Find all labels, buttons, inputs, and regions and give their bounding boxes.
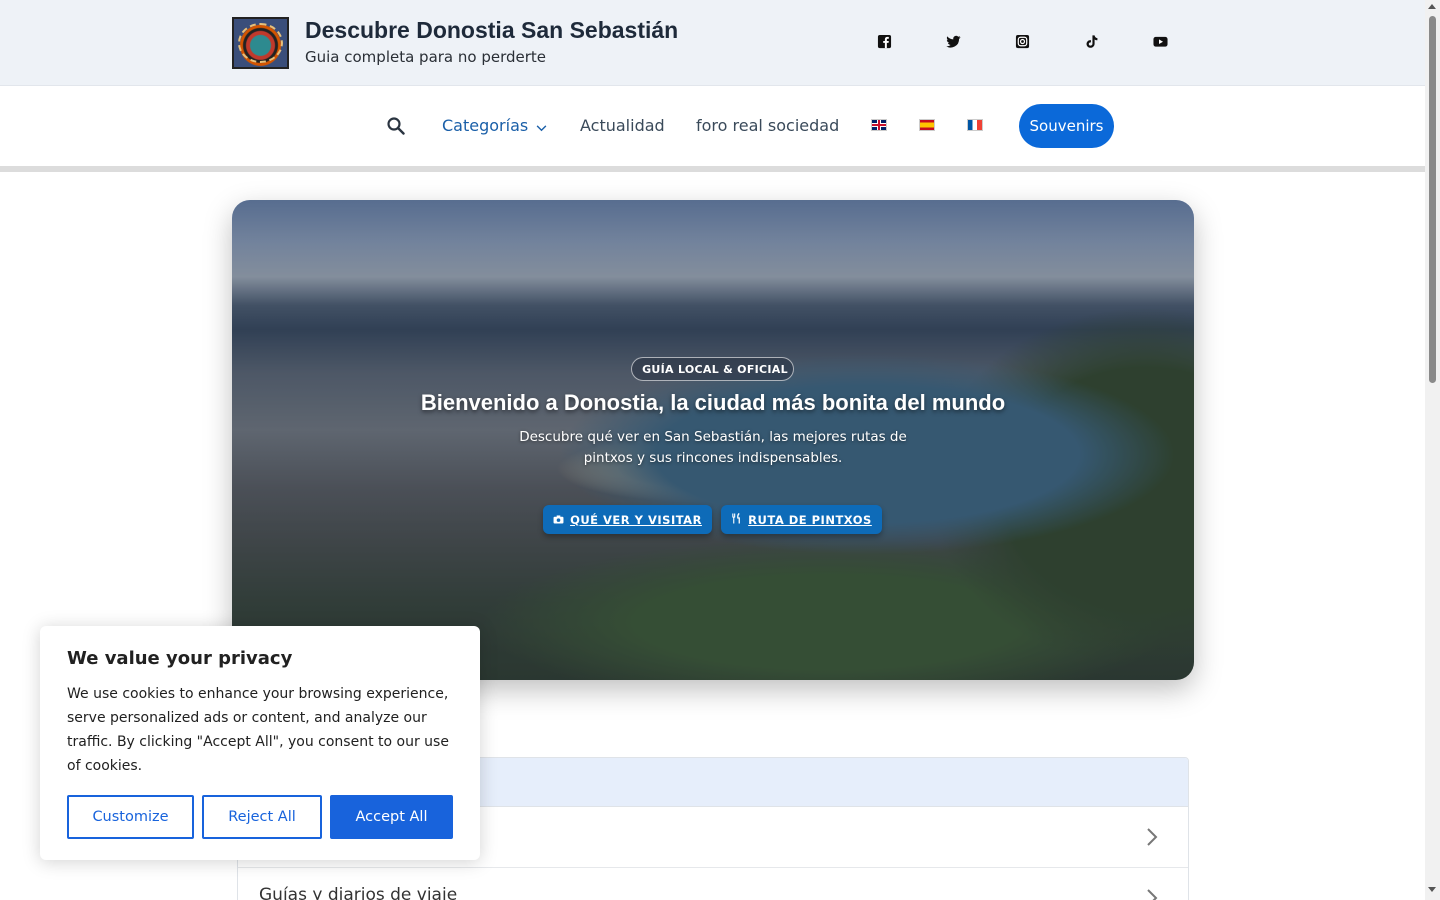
chevron-right-icon	[1146, 888, 1158, 900]
nav-item-actualidad[interactable]: Actualidad	[580, 116, 665, 135]
list-item-label: Guías y diarios de viaje	[259, 885, 458, 900]
site-title[interactable]: Descubre Donostia San Sebastián	[305, 17, 678, 44]
twitter-icon[interactable]	[946, 34, 961, 49]
top-header-bar	[0, 0, 1425, 86]
hero-badge: GUÍA LOCAL & OFICIAL	[631, 357, 794, 381]
nav-item-categorias[interactable]: Categorías	[442, 116, 547, 136]
nav-item-label: Categorías	[442, 116, 529, 135]
reject-all-button[interactable]: Reject All	[202, 795, 322, 839]
scrollbar-thumb[interactable]	[1429, 16, 1436, 383]
site-logo-icon[interactable]	[232, 17, 289, 69]
scroll-up-arrow-icon[interactable]	[1428, 4, 1436, 9]
tiktok-icon[interactable]	[1084, 34, 1099, 49]
page-scrollbar[interactable]	[1425, 0, 1440, 900]
flag-french-icon[interactable]	[967, 119, 983, 131]
facebook-icon[interactable]	[877, 34, 892, 49]
cookie-title: We value your privacy	[67, 648, 293, 669]
list-item[interactable]: Guías y diarios de viaje	[238, 868, 1188, 900]
badge-text: GUÍA LOCAL & OFICIAL	[642, 362, 788, 376]
customize-button[interactable]: Customize	[67, 795, 194, 839]
que-ver-button[interactable]: QUÉ VER Y VISITAR	[543, 505, 712, 534]
scroll-down-arrow-icon[interactable]	[1428, 887, 1436, 892]
ruta-pintxos-button[interactable]: RUTA DE PINTXOS	[721, 505, 882, 534]
youtube-icon[interactable]	[1153, 34, 1168, 49]
nav-divider	[0, 166, 1425, 172]
cookie-description: We use cookies to enhance your browsing …	[67, 686, 449, 774]
nav-item-foro-real-sociedad[interactable]: foro real sociedad	[696, 116, 839, 135]
souvenirs-button[interactable]: Souvenirs	[1019, 104, 1114, 148]
utensils-icon	[731, 512, 742, 527]
site-tagline: Guia completa para no perderte	[305, 48, 547, 66]
camera-icon	[553, 513, 564, 527]
cookie-consent-banner: We value your privacy We use cookies to …	[40, 626, 480, 860]
que-ver-label: QUÉ VER Y VISITAR	[570, 512, 702, 527]
ruta-pintxos-label: RUTA DE PINTXOS	[748, 512, 872, 527]
hero-title: Bienvenido a Donostia, la ciudad más bon…	[420, 390, 1006, 415]
search-icon[interactable]	[386, 116, 406, 136]
flag-spanish-icon[interactable]	[919, 119, 935, 131]
chevron-down-icon	[536, 117, 547, 136]
chevron-right-icon	[1146, 827, 1158, 847]
flag-english-icon[interactable]	[871, 119, 887, 131]
accept-all-button[interactable]: Accept All	[330, 795, 453, 839]
hero-subtitle: Descubre qué ver en San Sebastián, las m…	[519, 429, 907, 466]
instagram-icon[interactable]	[1015, 34, 1030, 49]
